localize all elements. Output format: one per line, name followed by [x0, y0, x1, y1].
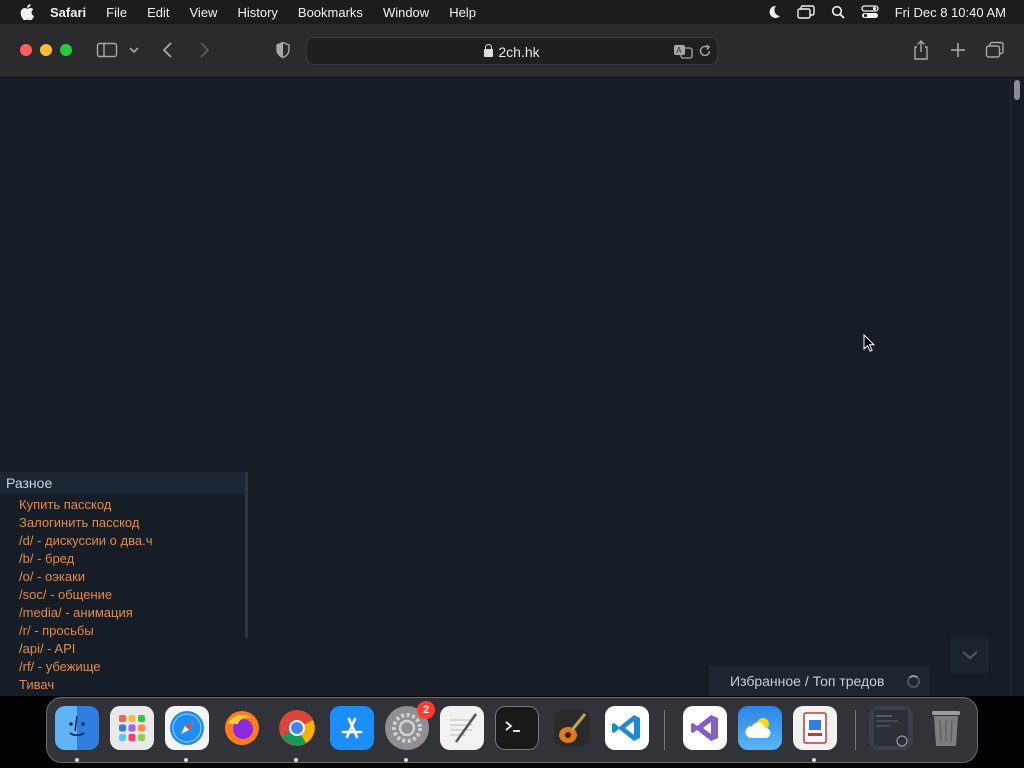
chrome-running-dot	[294, 758, 298, 762]
menu-app-safari[interactable]: Safari	[50, 5, 86, 20]
dock-separator	[855, 710, 856, 750]
chrome-icon[interactable]	[275, 706, 319, 750]
visual-studio-icon[interactable]	[683, 706, 727, 750]
settings-notification-badge: 2	[417, 701, 435, 719]
link-board-api[interactable]: /api/ - API	[19, 640, 152, 658]
mouse-cursor-icon	[863, 333, 876, 357]
back-icon[interactable]	[160, 41, 176, 59]
dock-separator	[664, 710, 665, 750]
browser-toolbar: 2ch.hk A	[0, 24, 1024, 78]
privacy-shield-icon[interactable]	[274, 41, 292, 59]
sidebar-toggle-icon[interactable]	[96, 41, 118, 59]
favorites-label: Избранное / Топ тредов	[730, 673, 885, 689]
finder-running-dot	[75, 758, 79, 762]
app-store-icon[interactable]	[330, 706, 374, 750]
textedit-icon[interactable]	[440, 706, 484, 750]
page-scrollbar-thumb[interactable]	[1014, 80, 1020, 100]
safari-icon[interactable]	[165, 706, 209, 750]
link-login-passcode[interactable]: Залогинить пасскод	[19, 514, 152, 532]
link-board-r[interactable]: /r/ - просьбы	[19, 622, 152, 640]
reload-icon[interactable]	[698, 44, 712, 63]
garageband-icon[interactable]	[550, 706, 594, 750]
board-list-heading[interactable]: Разное	[0, 472, 246, 494]
menu-file[interactable]: File	[106, 5, 127, 20]
vscode-icon[interactable]	[605, 706, 649, 750]
address-bar[interactable]: 2ch.hk A	[306, 37, 718, 65]
link-board-rf[interactable]: /rf/ - убежище	[19, 658, 152, 676]
favorites-panel[interactable]: Избранное / Топ тредов	[709, 666, 929, 696]
launchpad-icon[interactable]	[110, 706, 154, 750]
chevron-down-icon	[962, 651, 978, 660]
link-board-o[interactable]: /o/ - оэкаки	[19, 568, 152, 586]
chevron-down-icon[interactable]	[128, 41, 140, 59]
link-board-b[interactable]: /b/ - бред	[19, 550, 152, 568]
link-buy-passcode[interactable]: Купить пасскод	[19, 496, 152, 514]
address-url: 2ch.hk	[498, 44, 540, 60]
translate-icon[interactable]: A	[673, 43, 693, 64]
menu-help[interactable]: Help	[449, 5, 476, 20]
link-board-media[interactable]: /media/ - анимация	[19, 604, 152, 622]
forward-icon[interactable]	[196, 41, 212, 59]
link-board-soc[interactable]: /soc/ - общение	[19, 586, 152, 604]
new-tab-icon[interactable]	[949, 41, 967, 59]
weather-icon[interactable]	[738, 706, 782, 750]
control-center-icon[interactable]	[861, 3, 879, 21]
panel-divider	[245, 472, 248, 638]
apple-menu-icon[interactable]	[16, 4, 38, 20]
menu-edit[interactable]: Edit	[147, 5, 169, 20]
menu-view[interactable]: View	[190, 5, 218, 20]
menu-bookmarks[interactable]: Bookmarks	[298, 5, 363, 20]
settings-running-dot	[404, 758, 408, 762]
terminal-icon[interactable]	[495, 706, 539, 750]
loading-spinner-icon	[907, 675, 920, 688]
menu-window[interactable]: Window	[383, 5, 429, 20]
minimize-window-button[interactable]	[40, 44, 52, 56]
scroll-down-button[interactable]	[951, 636, 989, 674]
safari-running-dot	[184, 758, 188, 762]
page-scrollbar[interactable]	[1010, 78, 1024, 696]
tab-overview-icon[interactable]	[985, 41, 1005, 59]
board-links: Купить пасскод Залогинить пасскод /d/ - …	[19, 496, 152, 694]
dock: 2	[46, 697, 978, 763]
link-board-d[interactable]: /d/ - дискуссии о два.ч	[19, 532, 152, 550]
firefox-icon[interactable]	[220, 706, 264, 750]
close-window-button[interactable]	[20, 44, 32, 56]
menu-clock[interactable]: Fri Dec 8 10:40 AM	[895, 5, 1006, 20]
zoom-window-button[interactable]	[60, 44, 72, 56]
menu-bar: Safari File Edit View History Bookmarks …	[0, 0, 1024, 24]
spotlight-search-icon[interactable]	[829, 3, 847, 21]
lock-icon	[484, 44, 494, 57]
link-tivach[interactable]: Тивач	[19, 676, 152, 694]
trash-icon[interactable]	[924, 706, 968, 750]
screen-mirroring-icon[interactable]	[797, 3, 815, 21]
svg-text:A: A	[676, 46, 682, 55]
finder-icon[interactable]	[55, 706, 99, 750]
remote-desktop-running-dot	[812, 758, 816, 762]
moon-icon[interactable]	[765, 3, 783, 21]
downloads-stack-icon[interactable]	[869, 706, 913, 750]
system-settings-icon[interactable]: 2	[385, 701, 435, 750]
menu-history[interactable]: History	[237, 5, 277, 20]
remote-desktop-icon[interactable]	[793, 706, 837, 750]
share-icon[interactable]	[912, 39, 930, 61]
board-list-panel: Разное Купить пасскод Залогинить пасскод…	[0, 472, 250, 696]
web-page: Разное Купить пасскод Залогинить пасскод…	[0, 78, 1010, 696]
